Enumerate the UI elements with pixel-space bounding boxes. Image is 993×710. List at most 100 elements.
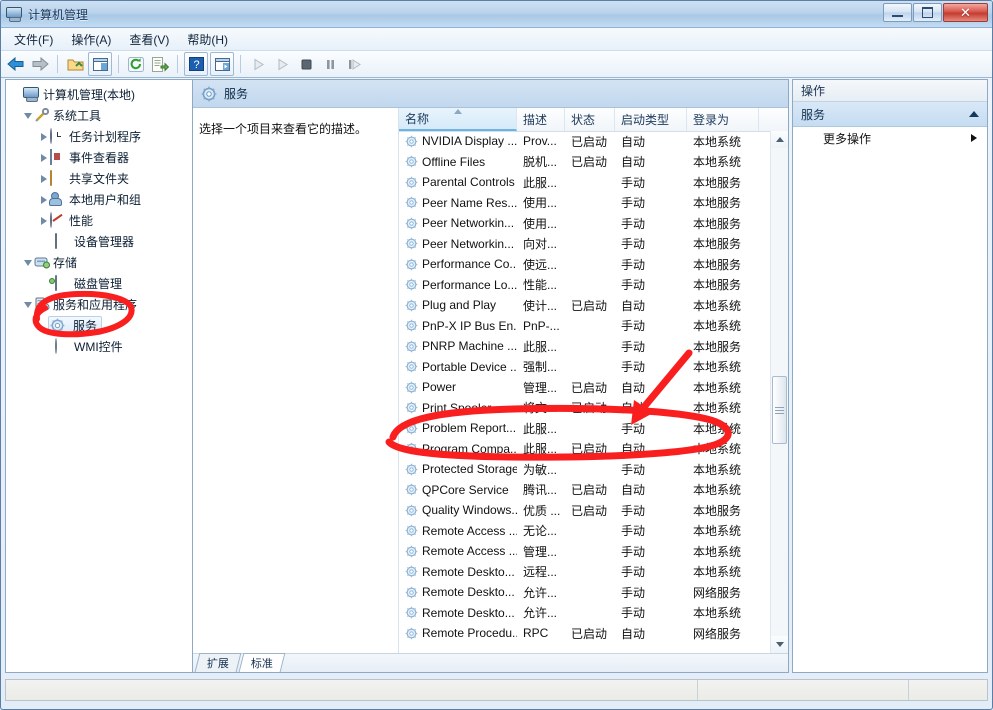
tree-expander-open[interactable] [22,110,33,121]
table-row[interactable]: Performance Co... 使远... 手动 本地服务 [399,254,771,275]
tree-item-system-tools[interactable]: 系统工具 [10,105,192,126]
table-row[interactable]: Remote Deskto... 远程... 手动 本地系统 [399,562,771,583]
table-row[interactable]: Remote Access ... 管理... 手动 本地系统 [399,541,771,562]
table-row[interactable]: Portable Device ... 强制... 手动 本地系统 [399,357,771,378]
tree-item-wmi-control[interactable]: WMI控件 [10,336,192,357]
tree-expander-closed[interactable] [38,152,49,163]
services-list-scrollbar[interactable] [770,131,788,653]
tree-expander-closed[interactable] [38,194,49,205]
column-log-on-as[interactable]: 登录为 [687,108,759,131]
maximize-button[interactable] [913,3,942,22]
tree-expander-closed[interactable] [38,131,49,142]
table-row[interactable]: NVIDIA Display ... Prov... 已启动 自动 本地系统 [399,131,771,152]
cell-name: Program Compa... [399,442,517,456]
scroll-down-button[interactable] [771,636,788,653]
service-gear-icon [50,318,66,334]
refresh-icon[interactable] [125,53,147,75]
column-status[interactable]: 状态 [565,108,615,131]
tree-expander-open[interactable] [22,257,33,268]
menu-view[interactable]: 查看(V) [120,29,178,50]
cell-name: Remote Deskto... [399,585,517,599]
service-gear-icon [405,483,418,496]
table-row[interactable]: Problem Report... 此服... 手动 本地系统 [399,418,771,439]
tree-item-disk-management[interactable]: 磁盘管理 [10,273,192,294]
table-row[interactable]: Print Spooler 将文... 已启动 自动 本地系统 [399,398,771,419]
tree-item-task-scheduler[interactable]: 任务计划程序 [10,126,192,147]
cell-startup-type: 手动 [621,175,646,190]
console-tree-pane: 计算机管理(本地) 系统工具 任务计划程序 事件查看器 共享文件夹 本地用户和组… [5,79,193,673]
actions-group-services[interactable]: 服务 [793,102,987,127]
table-row[interactable]: PnP-X IP Bus En... PnP-... 手动 本地系统 [399,316,771,337]
menu-action[interactable]: 操作(A) [62,29,120,50]
scroll-up-button[interactable] [771,131,788,148]
table-row[interactable]: PNRP Machine ... 此服... 手动 本地服务 [399,336,771,357]
stop-service-icon[interactable] [295,53,317,75]
table-row[interactable]: Offline Files 脱机... 已启动 自动 本地系统 [399,152,771,173]
minimize-button[interactable] [883,3,912,22]
tree-item-event-viewer[interactable]: 事件查看器 [10,147,192,168]
table-row[interactable]: Performance Lo... 性能... 手动 本地服务 [399,275,771,296]
tree-item-computer-management[interactable]: 计算机管理(本地) [10,84,192,105]
cell-name: Peer Networkin... [399,216,517,230]
restart-service-icon[interactable] [343,53,365,75]
close-button[interactable]: ✕ [943,3,988,22]
help-icon[interactable]: ? [184,52,208,76]
main-content: 计算机管理(本地) 系统工具 任务计划程序 事件查看器 共享文件夹 本地用户和组… [5,79,988,673]
table-row[interactable]: Peer Name Res... 使用... 手动 本地服务 [399,193,771,214]
tree-item-services-and-applications[interactable]: 服务和应用程序 [10,294,192,315]
start-service-icon[interactable] [247,53,269,75]
menu-help[interactable]: 帮助(H) [178,29,237,50]
up-folder-icon[interactable] [64,53,86,75]
table-row[interactable]: Power 管理... 已启动 自动 本地系统 [399,377,771,398]
cell-name: Performance Co... [399,257,517,271]
cell-startup-type: 自动 [621,134,646,149]
table-row[interactable]: Remote Procedu... RPC 已启动 自动 网络服务 [399,623,771,644]
table-row[interactable]: Protected Storage 为敏... 手动 本地系统 [399,459,771,480]
table-row[interactable]: Remote Deskto... 允许... 手动 网络服务 [399,582,771,603]
tree-expander-closed[interactable] [38,173,49,184]
cell-startup-type: 自动 [621,442,646,457]
table-row[interactable]: QPCore Service 腾讯... 已启动 自动 本地系统 [399,480,771,501]
cell-name: Portable Device ... [399,360,517,374]
cell-log-on-as: 本地系统 [693,565,742,580]
service-name-label: Remote Access ... [422,523,517,538]
cell-description: 管理... [523,544,558,559]
show-action-pane-icon[interactable] [210,52,234,76]
tree-expander-closed[interactable] [38,215,49,226]
table-row[interactable]: Quality Windows... 优质 ... 已启动 手动 本地服务 [399,500,771,521]
column-header-label: 描述 [523,113,548,127]
column-description[interactable]: 描述 [517,108,565,131]
menu-file[interactable]: 文件(F) [5,29,62,50]
cell-name: Plug and Play [399,298,517,312]
action-more-actions[interactable]: 更多操作 [793,127,987,149]
cell-name: Problem Report... [399,421,517,435]
column-name[interactable]: 名称 [399,108,517,131]
chevron-up-icon[interactable] [969,111,979,117]
show-hide-console-tree-icon[interactable] [88,52,112,76]
forward-icon[interactable] [29,53,51,75]
table-row[interactable]: Peer Networkin... 使用... 手动 本地服务 [399,213,771,234]
tree-item-local-users-groups[interactable]: 本地用户和组 [10,189,192,210]
tree-item-label: 存储 [53,256,78,270]
table-row[interactable]: Peer Networkin... 向对... 手动 本地服务 [399,234,771,255]
tree-item-services[interactable]: 服务 [10,315,192,336]
table-row[interactable]: Remote Deskto... 允许... 手动 本地系统 [399,603,771,624]
column-startup-type[interactable]: 启动类型 [615,108,687,131]
table-row[interactable]: Parental Controls 此服... 手动 本地服务 [399,172,771,193]
table-row[interactable]: Plug and Play 使计... 已启动 自动 本地系统 [399,295,771,316]
tree-expander-open[interactable] [22,299,33,310]
tree-item-performance[interactable]: 性能 [10,210,192,231]
table-row[interactable]: Remote Access ... 无论... 手动 本地系统 [399,521,771,542]
tab-standard[interactable]: 标准 [238,653,286,672]
resume-service-icon[interactable] [271,53,293,75]
export-list-icon[interactable] [149,53,171,75]
tab-extended[interactable]: 扩展 [194,653,242,672]
tree-item-storage[interactable]: 存储 [10,252,192,273]
scrollbar-thumb[interactable] [772,376,787,444]
pause-service-icon[interactable] [319,53,341,75]
table-row[interactable]: Program Compa... 此服... 已启动 自动 本地系统 [399,439,771,460]
cell-startup-type: 自动 [621,155,646,170]
back-icon[interactable] [5,53,27,75]
tree-item-shared-folders[interactable]: 共享文件夹 [10,168,192,189]
tree-item-device-manager[interactable]: 设备管理器 [10,231,192,252]
